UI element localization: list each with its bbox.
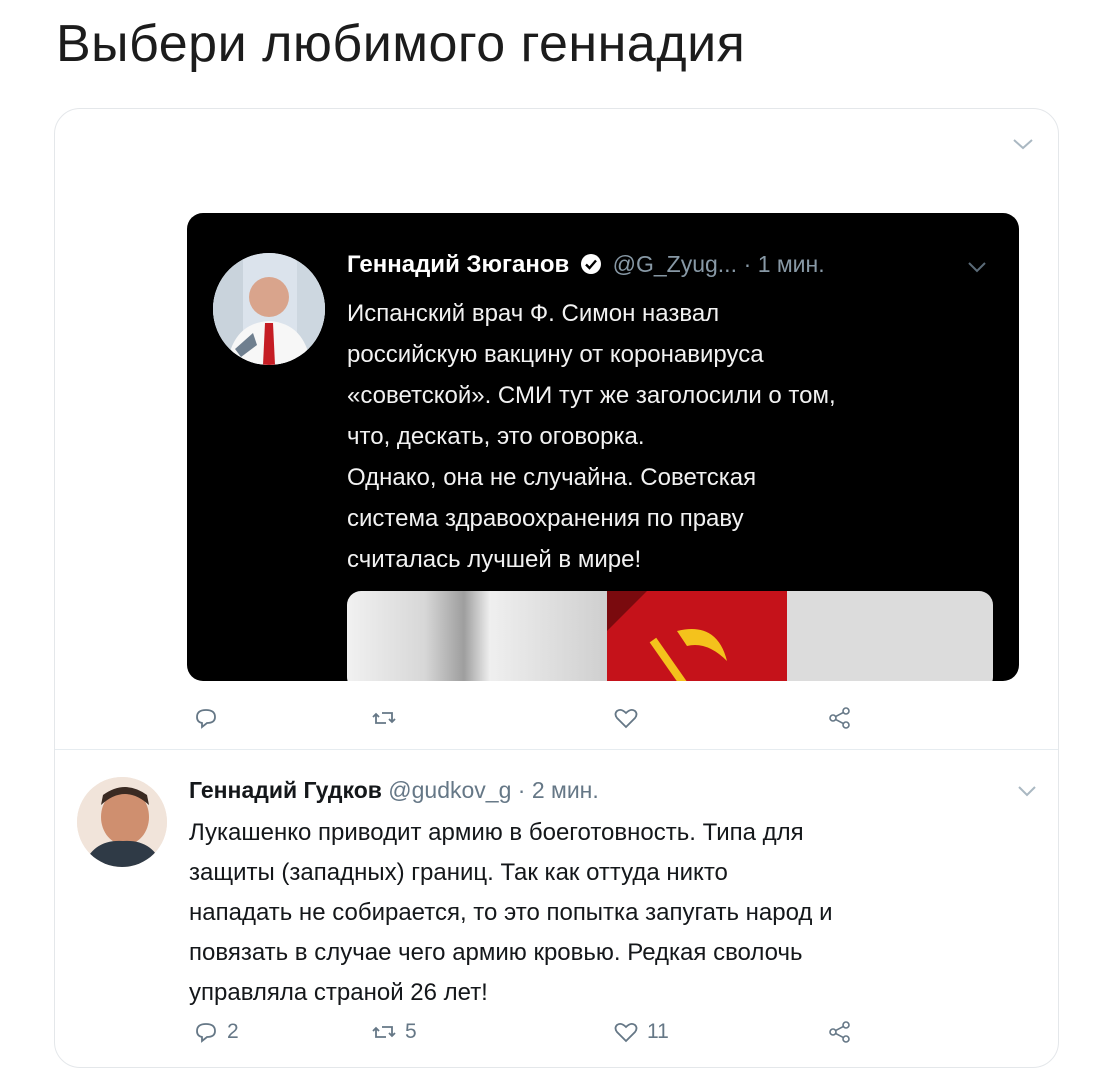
like-button[interactable]: 11	[613, 1015, 669, 1049]
tweet-text-line: «советской». СМИ тут же заголосили о том…	[347, 382, 836, 409]
retweet-icon	[372, 1026, 396, 1038]
reply-button[interactable]: 2	[193, 1015, 239, 1049]
media-photo	[347, 591, 607, 681]
tweet-text-line: система здравоохранения по праву	[347, 505, 744, 532]
verified-badge-icon	[580, 254, 601, 274]
share-button[interactable]	[827, 1015, 853, 1049]
avatar[interactable]	[213, 253, 325, 365]
tweet-actions	[55, 701, 1058, 735]
tweet-time: · 1 мин.	[743, 251, 825, 277]
chevron-down-icon[interactable]	[1012, 137, 1034, 151]
media-photo	[787, 591, 993, 681]
reply-tweet-header: Геннадий Гудков @gudkov_g · 2 мин.	[189, 777, 599, 804]
retweet-count: 5	[405, 1020, 417, 1043]
tweet-text-line: повязать в случае чего армию кровью. Ред…	[189, 939, 803, 966]
author-handle[interactable]: @G_Zyug...	[613, 251, 737, 277]
author-handle[interactable]: @gudkov_g	[388, 777, 511, 803]
soviet-flag-image	[607, 591, 787, 681]
tweet-text-line: Испанский врач Ф. Симон назвал	[347, 300, 720, 327]
tweet-text-line: управляла страной 26 лет!	[189, 979, 488, 1006]
tweet-text-line: Однако, она не случайна. Советская	[347, 464, 757, 491]
author-name[interactable]: Геннадий Зюганов	[347, 251, 569, 278]
share-icon	[829, 707, 850, 729]
tweet-text-line: защиты (западных) границ. Так как оттуда…	[189, 859, 728, 886]
page-heading: Выбери любимого геннадия	[56, 15, 746, 73]
retweet-icon	[372, 712, 396, 724]
like-button[interactable]	[613, 701, 647, 735]
tweet-text-line: российскую вакцину от коронавируса	[347, 341, 764, 368]
share-icon	[829, 1021, 850, 1043]
tweet-text-line: Лукашенко приводит армию в боеготовность…	[189, 819, 804, 846]
tweet-text-line: считалась лучшей в мире!	[347, 546, 642, 573]
embedded-tweet-header: Геннадий Зюганов @G_Zyug... · 1 мин.	[347, 251, 825, 279]
tweet-text-line: нападать не собирается, то это попытка з…	[189, 899, 833, 926]
divider	[55, 749, 1058, 750]
tweet-media-image[interactable]	[347, 591, 993, 681]
reply-icon	[196, 1023, 216, 1043]
tweet-time: · 2 мин.	[517, 777, 599, 803]
heart-icon	[614, 1022, 638, 1043]
embedded-tweet-screenshot: Геннадий Зюганов @G_Zyug... · 1 мин. Исп…	[187, 213, 1019, 681]
chevron-down-icon[interactable]	[967, 261, 987, 273]
share-button[interactable]	[827, 701, 853, 735]
reply-count: 2	[227, 1020, 239, 1043]
chevron-down-icon[interactable]	[1017, 785, 1037, 797]
heart-icon	[614, 708, 638, 729]
retweet-button[interactable]	[371, 701, 405, 735]
tweet-text-line: что, дескать, это оговорка.	[347, 423, 645, 450]
embedded-tweet-text: Испанский врач Ф. Симон назвал российску…	[347, 293, 1007, 580]
reply-icon	[196, 709, 216, 729]
reply-button[interactable]	[193, 701, 227, 735]
tweet-actions: 2 5 11	[55, 1015, 1058, 1049]
tweet-card: Геннадий Зюганов @G_Zyug... · 1 мин. Исп…	[54, 108, 1059, 1068]
retweet-button[interactable]: 5	[371, 1015, 417, 1049]
avatar[interactable]	[77, 777, 167, 867]
author-name[interactable]: Геннадий Гудков	[189, 777, 382, 803]
like-count: 11	[647, 1020, 669, 1043]
reply-tweet-text: Лукашенко приводит армию в боеготовность…	[189, 813, 1029, 1013]
